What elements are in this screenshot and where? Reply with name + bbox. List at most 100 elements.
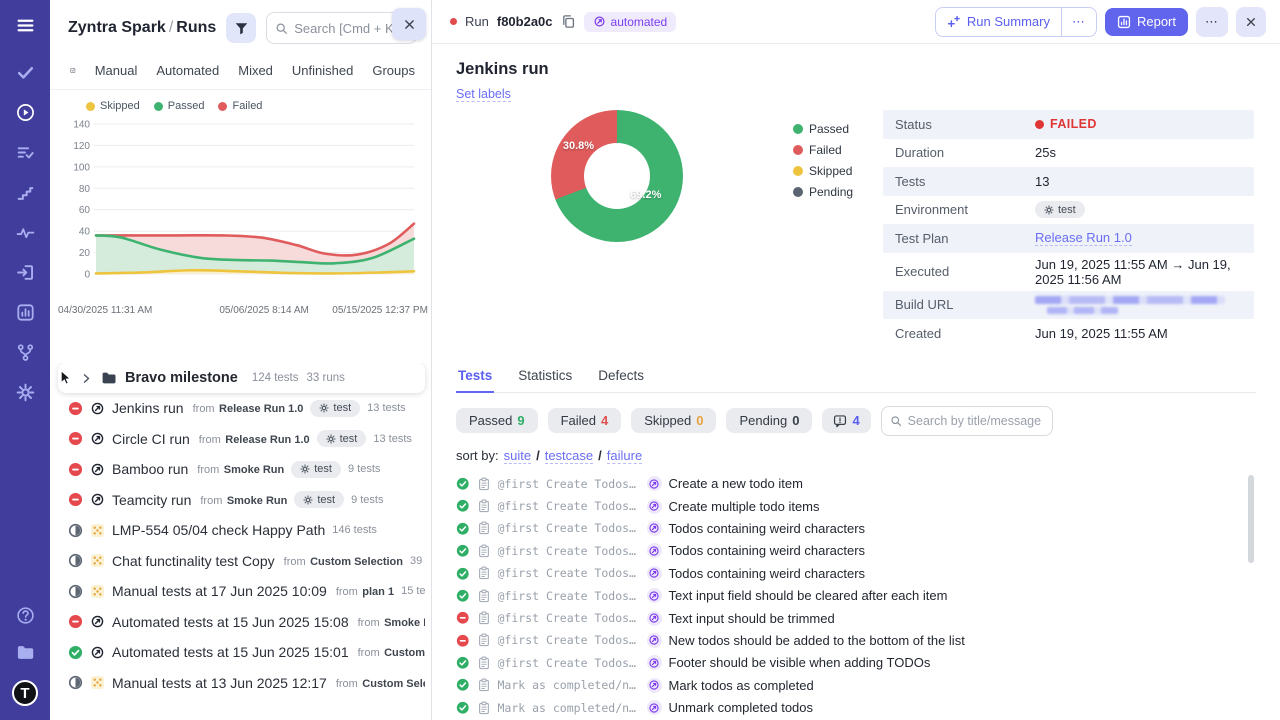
branch-icon[interactable] — [16, 343, 35, 362]
run-from: from Release Run 1.0 — [197, 430, 310, 448]
legend-label: Passed — [809, 122, 849, 136]
run-from: from Smoke Run — [195, 460, 284, 478]
test-list-item[interactable]: @first Create Todos… Create a new todo i… — [456, 473, 1256, 495]
clipboard-icon — [477, 656, 491, 670]
info-label: Status — [895, 117, 1035, 132]
run-list-item[interactable]: Bamboo run from Smoke Run test 9 tests — [58, 454, 425, 485]
tests-scrollbar[interactable] — [1248, 475, 1254, 563]
panel-close-button[interactable] — [392, 8, 426, 40]
tab-groups[interactable]: Groups — [372, 63, 415, 78]
analytics-icon[interactable] — [16, 303, 35, 322]
pulse-activity-icon[interactable] — [16, 223, 35, 242]
filter-button[interactable] — [226, 13, 256, 43]
tab-mixed[interactable]: Mixed — [238, 63, 273, 78]
milestone-row[interactable]: Bravo milestone 124 tests 33 runs — [58, 363, 425, 393]
test-list-item[interactable]: @first Create Todos… Create multiple tod… — [456, 495, 1256, 517]
run-summary-more-button[interactable]: ⋯ — [1062, 8, 1096, 36]
app-logo[interactable]: T — [12, 680, 38, 706]
report-button[interactable]: Report — [1105, 8, 1188, 36]
run-list-item[interactable]: Teamcity run from Smoke Run test 9 tests — [58, 485, 425, 516]
tests-check-icon[interactable] — [16, 63, 35, 82]
select-runs-icon[interactable] — [70, 62, 76, 79]
run-status-icon — [68, 492, 83, 507]
test-list-item[interactable]: @first Create Todos… Text input field sh… — [456, 584, 1256, 606]
run-list-item[interactable]: Chat functinality test Copy from Custom … — [58, 546, 425, 577]
runs-area-chart: 140120100806040200 — [64, 114, 418, 300]
milestones-steps-icon[interactable] — [16, 183, 35, 202]
test-title: Mark todos as completed — [669, 678, 814, 693]
test-status-icon — [456, 499, 470, 513]
tab-statistics[interactable]: Statistics — [516, 364, 574, 392]
import-icon[interactable] — [16, 263, 35, 282]
test-list-item[interactable]: @first Create Todos… New todos should be… — [456, 629, 1256, 651]
automated-badge[interactable]: automated — [584, 12, 677, 32]
filter-count: 0 — [696, 413, 703, 428]
copy-icon[interactable] — [561, 14, 576, 29]
filter-count: 0 — [792, 413, 799, 428]
run-type-icon — [90, 492, 105, 507]
run-list-item[interactable]: Automated tests at 15 Jun 2025 15:01 fro… — [58, 637, 425, 668]
clipboard-icon — [477, 521, 491, 535]
comments-filter-chip[interactable]: 4 — [822, 408, 870, 433]
close-run-button[interactable] — [1236, 7, 1266, 37]
run-summary-button[interactable]: Run Summary — [936, 8, 1061, 35]
tab-manual[interactable]: Manual — [95, 63, 138, 78]
test-plan-link[interactable]: Release Run 1.0 — [1035, 230, 1132, 246]
sort-separator: / — [598, 448, 602, 464]
svg-text:120: 120 — [73, 141, 90, 152]
run-list-item[interactable]: Jenkins run from Release Run 1.0 test 13… — [58, 393, 425, 424]
menu-button[interactable] — [16, 16, 35, 35]
filter-chip-passed[interactable]: Passed 9 — [456, 408, 538, 433]
test-list-item[interactable]: @first Create Todos… Text input should b… — [456, 607, 1256, 629]
filter-chip-pending[interactable]: Pending 0 — [726, 408, 812, 433]
sort-separator: / — [536, 448, 540, 464]
sort-by-testcase[interactable]: testcase — [545, 448, 593, 464]
settings-gear-icon[interactable] — [16, 383, 35, 402]
tests-search[interactable] — [881, 406, 1053, 436]
projects-folder-icon[interactable] — [16, 643, 35, 662]
run-list-item[interactable]: Manual tests at 13 Jun 2025 12:17 from C… — [58, 668, 425, 699]
tab-defects[interactable]: Defects — [596, 364, 646, 392]
tab-unfinished[interactable]: Unfinished — [292, 63, 353, 78]
filter-label: Passed — [469, 413, 512, 428]
sort-row: sort by: suite/testcase/failure — [456, 448, 1256, 464]
donut-legend: PassedFailedSkippedPending — [793, 122, 869, 348]
sort-by-suite[interactable]: suite — [504, 448, 531, 464]
info-value: 25s — [1035, 145, 1056, 160]
filter-chip-failed[interactable]: Failed 4 — [548, 408, 622, 433]
sort-by-failure[interactable]: failure — [607, 448, 642, 464]
more-actions-button[interactable]: ⋯ — [1196, 7, 1228, 37]
tests-search-input[interactable] — [908, 414, 1044, 428]
runs-search-input[interactable] — [294, 21, 408, 36]
chevron-right-icon[interactable] — [80, 372, 93, 385]
run-list-item[interactable]: Manual tests at 17 Jun 2025 10:09 from p… — [58, 576, 425, 607]
run-detail-header: Run f80b2a0c automated Run Summary ⋯ — [432, 0, 1280, 44]
milestone-runs-count: 33 runs — [307, 372, 345, 384]
test-title: Unmark completed todos — [669, 700, 814, 715]
runs-play-icon[interactable] — [16, 103, 35, 122]
run-list-item[interactable]: Circle CI run from Release Run 1.0 test … — [58, 424, 425, 455]
tab-automated[interactable]: Automated — [156, 63, 219, 78]
test-list-item[interactable]: @first Create Todos… Todos containing we… — [456, 517, 1256, 539]
set-labels-link[interactable]: Set labels — [456, 87, 511, 102]
project-name[interactable]: Zyntra Spark — [68, 19, 166, 36]
status-badge: FAILED — [1035, 117, 1097, 131]
x-axis-label: 05/15/2025 12:37 PM — [332, 305, 428, 316]
filter-chip-skipped[interactable]: Skipped 0 — [631, 408, 716, 433]
help-icon[interactable] — [16, 606, 35, 625]
run-list-item[interactable]: Automated tests at 15 Jun 2025 15:08 fro… — [58, 607, 425, 638]
test-status-icon — [456, 589, 470, 603]
test-list-item[interactable]: @first Create Todos… Footer should be vi… — [456, 652, 1256, 674]
test-title: New todos should be added to the bottom … — [669, 633, 965, 648]
info-label: Duration — [895, 145, 1035, 160]
test-list-item[interactable]: Mark as completed/n… Unmark completed to… — [456, 696, 1256, 718]
test-list-item[interactable]: @first Create Todos… Todos containing we… — [456, 562, 1256, 584]
run-list-item[interactable]: LMP-554 05/04 check Happy Path 146 tests — [58, 515, 425, 546]
test-plans-icon[interactable] — [16, 143, 35, 162]
test-status-icon — [456, 611, 470, 625]
test-suite-label: @first Create Todos… — [498, 499, 640, 513]
donut-legend-item: Failed — [793, 143, 869, 157]
test-list-item[interactable]: Mark as completed/n… Mark todos as compl… — [456, 674, 1256, 696]
tab-tests[interactable]: Tests — [456, 364, 494, 393]
test-list-item[interactable]: @first Create Todos… Todos containing we… — [456, 540, 1256, 562]
